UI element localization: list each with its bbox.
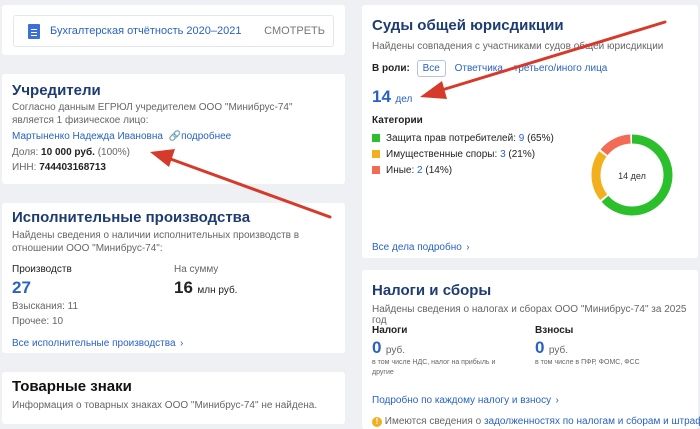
document-icon (28, 24, 40, 39)
category-item: Защита прав потребителей: 9 (65%) (372, 131, 554, 147)
cases-count: 14 (372, 87, 391, 106)
warning-icon: ! (372, 417, 382, 427)
founder-name-link[interactable]: Мартыненко Надежда Ивановна (12, 131, 163, 142)
category-count[interactable]: 9 (519, 133, 525, 144)
trademarks-card: Товарные знаки Информация о товарных зна… (2, 372, 345, 424)
category-color (372, 166, 380, 175)
trademarks-title: Товарные знаки (12, 378, 132, 395)
category-item: Иные: 2 (14%) (372, 163, 554, 179)
category-pct: (65%) (527, 133, 554, 144)
category-color (372, 134, 380, 143)
sum-label: На сумму (174, 264, 219, 275)
cases-donut-chart: 14 дел (591, 134, 673, 216)
fee-label: Взносы (535, 325, 574, 336)
other-text: Прочее: 10 (12, 316, 64, 327)
link-icon: 🔗 (168, 131, 182, 142)
category-name: Иные: (386, 165, 415, 176)
courts-card: Суды общей юрисдикции Найдены совпадения… (362, 5, 698, 258)
categories-legend: Защита прав потребителей: 9 (65%) Имущес… (372, 131, 554, 179)
founder-more-link[interactable]: подробнее (181, 131, 231, 142)
category-name: Имущественные споры: (386, 149, 498, 160)
founders-desc: Согласно данным ЕГРЮЛ учредителем ООО "М… (12, 102, 293, 126)
share-value: 10 000 руб. (41, 147, 95, 158)
inn-label: ИНН: (12, 162, 37, 173)
debt-prefix: Имеются сведения о (384, 416, 482, 427)
cases-unit: дел (395, 94, 413, 105)
enforcement-title: Исполнительные производства (12, 209, 251, 226)
chevron-right-icon: › (466, 242, 470, 253)
all-cases-link[interactable]: Все дела подробно (372, 242, 462, 253)
founders-card: Учредители Согласно данным ЕГРЮЛ учредит… (2, 74, 345, 184)
taxes-card: Налоги и сборы Найдены сведения о налога… (362, 270, 700, 429)
role-third-link[interactable]: третьего/иного лица (514, 63, 608, 74)
debt-link[interactable]: задолженностях по налогам и сборам и штр… (484, 416, 700, 427)
taxes-title: Налоги и сборы (372, 282, 492, 299)
donut-center-label: 14 дел (618, 171, 646, 181)
category-count[interactable]: 3 (500, 149, 506, 160)
chevron-right-icon: › (179, 338, 184, 349)
role-all-button[interactable]: Все (416, 60, 446, 77)
categories-label: Категории (372, 115, 423, 126)
report-view-button[interactable]: СМОТРЕТЬ (264, 25, 325, 37)
role-label: В роли: (372, 63, 410, 74)
tax-label: Налоги (372, 325, 408, 336)
category-name: Защита прав потребителей: (386, 133, 516, 144)
fee-unit: руб. (548, 345, 568, 356)
tax-value: 0 (372, 338, 382, 357)
category-color (372, 150, 380, 159)
report-row[interactable]: Бухгалтерская отчётность 2020–2021 СМОТР… (13, 15, 334, 47)
founders-title: Учредители (12, 82, 101, 99)
category-item: Имущественные споры: 3 (21%) (372, 147, 554, 163)
courts-title: Суды общей юрисдикции (372, 17, 564, 34)
report-title[interactable]: Бухгалтерская отчётность 2020–2021 (50, 25, 242, 37)
role-defendant-link[interactable]: Ответчика (455, 63, 503, 74)
sum-value: 16 (174, 278, 193, 297)
all-enforcement-link[interactable]: Все исполнительные производства (12, 338, 176, 349)
tax-note: в том числе НДС, налог на прибыль и друг… (372, 359, 496, 376)
count-label: Производств (12, 264, 72, 275)
inn-value: 744403168713 (39, 162, 106, 173)
fee-value: 0 (535, 338, 545, 357)
count-value: 27 (12, 278, 31, 297)
enforcement-card: Исполнительные производства Найдены свед… (2, 203, 345, 353)
courts-desc: Найдены совпадения с участниками судов о… (372, 41, 664, 52)
report-card: Бухгалтерская отчётность 2020–2021 СМОТР… (2, 5, 345, 55)
fee-note: в том числе в ПФР, ФОМС, ФСС (535, 359, 640, 366)
sum-unit: млн руб. (197, 285, 238, 296)
recovery-text: Взыскания: 11 (12, 301, 79, 312)
enforcement-desc: Найдены сведения о наличии исполнительны… (12, 230, 300, 254)
category-pct: (14%) (425, 165, 453, 176)
trademarks-desc: Информация о товарных знаках ООО "Минибр… (12, 400, 318, 411)
each-tax-link[interactable]: Подробно по каждому налогу и взносу (372, 395, 551, 406)
chevron-right-icon: › (555, 395, 559, 406)
category-count[interactable]: 2 (417, 165, 423, 176)
taxes-desc: Найдены сведения о налогах и сборах ООО … (372, 304, 687, 326)
tax-unit: руб. (385, 345, 405, 356)
share-pct: (100%) (97, 147, 130, 158)
category-pct: (21%) (508, 149, 536, 160)
share-label: Доля: (12, 147, 39, 158)
